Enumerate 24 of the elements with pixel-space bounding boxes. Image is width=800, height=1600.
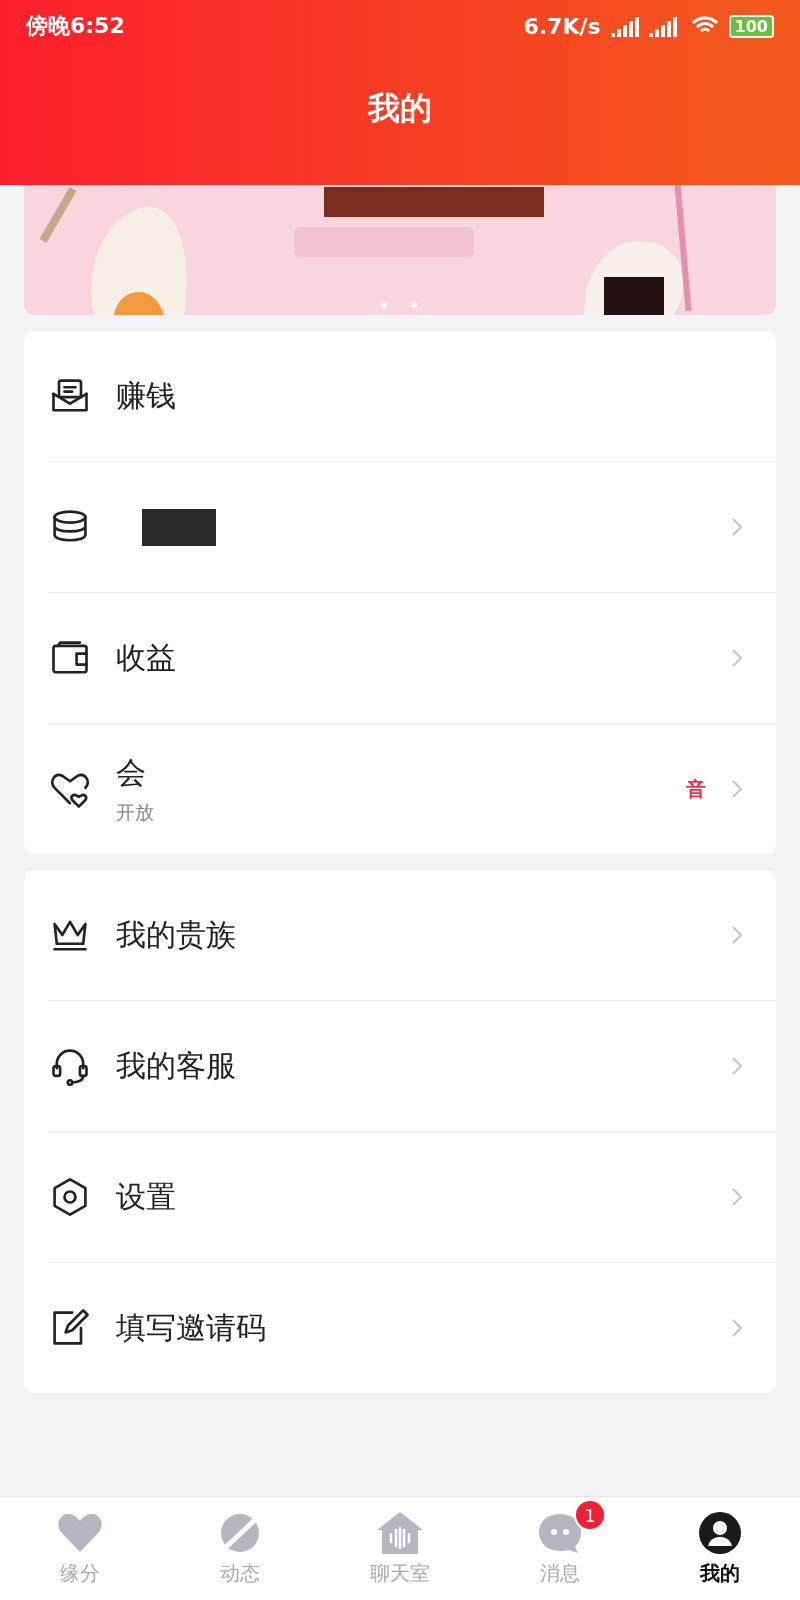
menu-item[interactable]: 填写邀请码 — [48, 1263, 776, 1393]
menu-item[interactable]: 会 开放 音 — [48, 724, 776, 854]
menu-item[interactable]: 我的客服 — [48, 1001, 776, 1132]
item-title: 赚钱 — [116, 376, 177, 415]
item-value: 音 — [686, 775, 706, 803]
item-title: 我的贵族 — [116, 915, 237, 954]
item-title: 设置 — [116, 1177, 177, 1216]
menu-item[interactable]: 赚钱 — [48, 331, 776, 462]
item-title: 填写邀请码 — [116, 1308, 267, 1347]
nav-tab[interactable]: 我的 — [640, 1497, 800, 1600]
nav-tab[interactable]: 消息 1 — [480, 1497, 640, 1600]
item-title: 会 — [116, 753, 147, 792]
page-title: 我的 — [368, 87, 432, 129]
menu-item[interactable]: 收益 — [48, 593, 776, 724]
status-time: 傍晚6:52 — [26, 12, 125, 40]
menu-item[interactable]: 我的贵族 — [48, 870, 776, 1001]
item-subtitle: 开放 — [116, 799, 155, 825]
item-title: 我的客服 — [116, 1046, 237, 1085]
battery-level: 100 — [728, 14, 774, 38]
unread-badge: 1 — [574, 1499, 606, 1531]
network-speed: 6.7K/s — [523, 13, 601, 39]
item-title: 收益 — [116, 638, 177, 677]
menu-item[interactable]: 设置 — [48, 1132, 776, 1263]
house-icon — [375, 1510, 425, 1556]
